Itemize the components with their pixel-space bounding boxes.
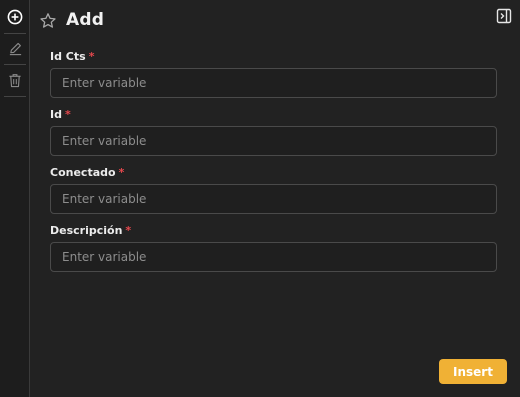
id-cts-label-text: Id Cts [50, 50, 86, 63]
add-record-panel: Add Id Cts* Id* Conectado* Descripción* … [0, 0, 520, 397]
descripcion-label-text: Descripción [50, 224, 123, 237]
star-icon[interactable] [39, 12, 57, 30]
page-title: Add [66, 10, 105, 30]
required-marker: * [64, 108, 71, 121]
descripcion-label: Descripción * [50, 224, 131, 237]
id-label-text: Id [50, 108, 62, 121]
left-toolbar [0, 0, 30, 397]
edit-icon [9, 42, 21, 55]
descripcion-input[interactable] [50, 242, 497, 272]
id-cts-label: Id Cts * [50, 50, 94, 63]
required-marker: * [125, 224, 132, 237]
insert-button[interactable]: Insert [439, 359, 507, 384]
plus-circle-icon [7, 9, 23, 25]
trash-icon [9, 73, 21, 87]
id-label: Id * [50, 108, 71, 121]
edit-button[interactable] [3, 36, 27, 60]
id-input[interactable] [50, 126, 497, 156]
panel-toggle-icon[interactable] [496, 8, 512, 24]
toolbar-divider [4, 96, 26, 97]
required-marker: * [88, 50, 95, 63]
delete-button[interactable] [3, 68, 27, 92]
id-cts-input[interactable] [50, 68, 497, 98]
required-marker: * [118, 166, 125, 179]
conectado-label: Conectado * [50, 166, 124, 179]
conectado-label-text: Conectado [50, 166, 116, 179]
conectado-input[interactable] [50, 184, 497, 214]
toolbar-divider [4, 64, 26, 65]
add-button[interactable] [3, 5, 27, 29]
toolbar-divider [4, 33, 26, 34]
